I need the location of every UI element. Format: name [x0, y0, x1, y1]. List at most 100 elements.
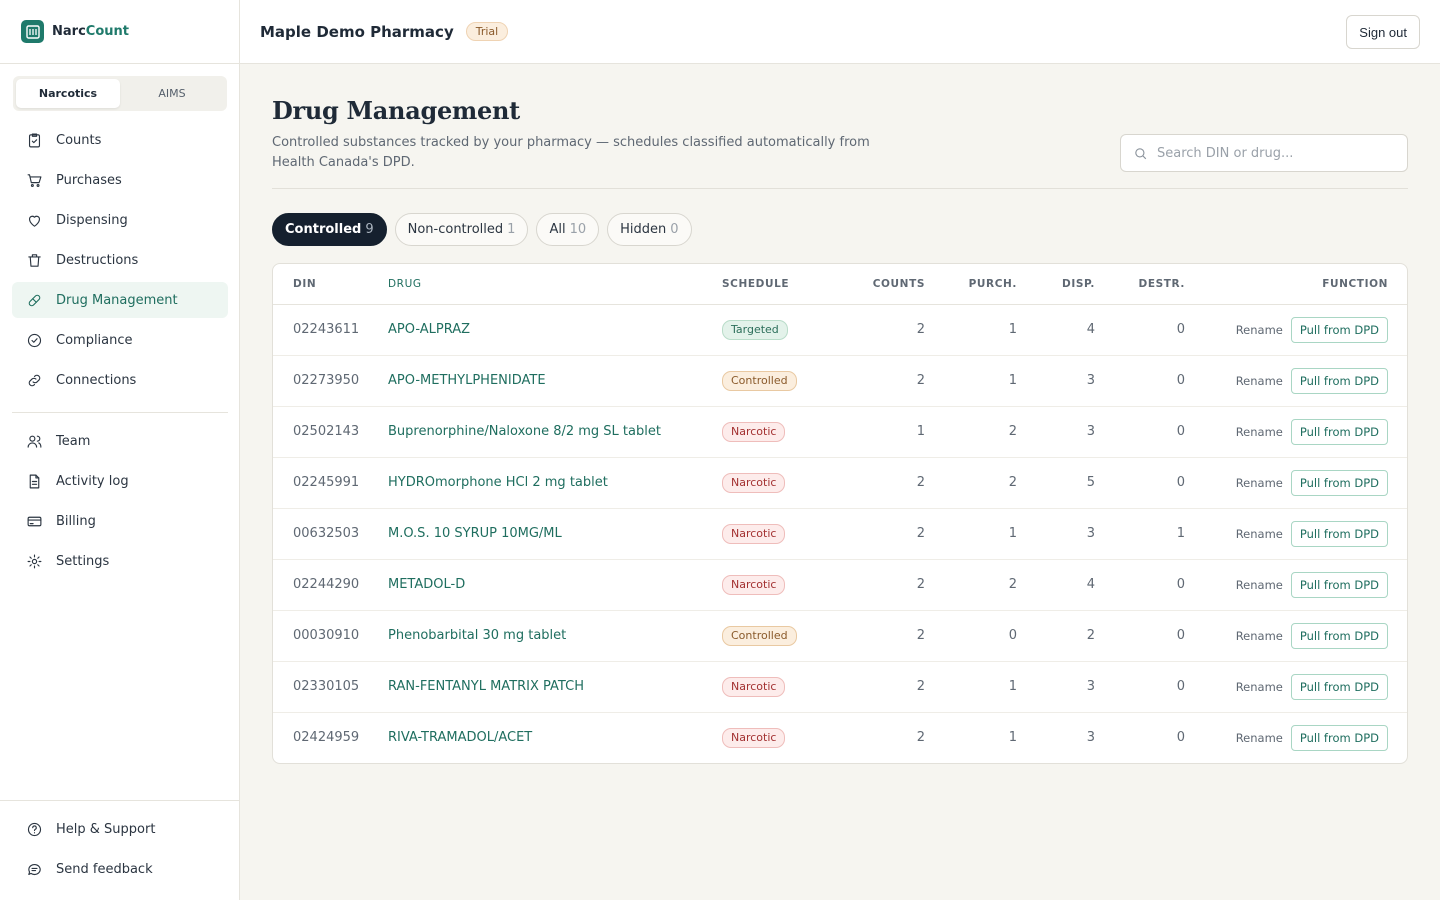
- cell-function: Rename Pull from DPD: [1185, 457, 1407, 509]
- sidebar-item-connections[interactable]: Connections: [12, 362, 228, 398]
- rename-button[interactable]: Rename: [1236, 680, 1283, 694]
- sidebar-item-purchases[interactable]: Purchases: [12, 162, 228, 198]
- page-title: Drug Management: [272, 96, 520, 125]
- filter-hidden[interactable]: Hidden 0: [607, 213, 692, 246]
- filter-label: Controlled: [285, 222, 362, 237]
- cell-purchases: 2: [925, 457, 1017, 509]
- link-icon: [24, 370, 44, 390]
- cell-dispensing: 4: [1017, 559, 1095, 611]
- sidebar-item-feedback[interactable]: Send feedback: [12, 851, 228, 887]
- sidebar-item-counts[interactable]: Counts: [12, 122, 228, 158]
- table-row: 02273950 APO-METHYLPHENIDATE Controlled 2 1 3…: [273, 355, 1407, 407]
- sidebar-item-activity-log[interactable]: Activity log: [12, 463, 228, 499]
- search-box[interactable]: [1120, 134, 1408, 172]
- pull-from-dpd-button[interactable]: Pull from DPD: [1290, 622, 1388, 649]
- sidebar-item-dispensing[interactable]: Dispensing: [12, 202, 228, 238]
- sign-out-button[interactable]: Sign out: [1346, 15, 1420, 49]
- rename-button[interactable]: Rename: [1236, 629, 1283, 643]
- sidebar-footer: Help & Support Send feedback: [0, 800, 240, 900]
- filter-controlled[interactable]: Controlled 9: [272, 213, 387, 246]
- sidebar-item-destructions[interactable]: Destructions: [12, 242, 228, 278]
- segment-narcotics[interactable]: Narcotics: [16, 79, 120, 108]
- column-header-drug[interactable]: DRUG: [388, 264, 722, 305]
- cart-icon: [24, 170, 44, 190]
- cell-drug-link[interactable]: Phenobarbital 30 mg tablet: [388, 610, 722, 662]
- segment-aims[interactable]: AIMS: [120, 79, 224, 108]
- column-header-purchases[interactable]: PURCH.: [925, 264, 1017, 305]
- rename-button[interactable]: Rename: [1236, 476, 1283, 490]
- cell-purchases: 1: [925, 355, 1017, 407]
- footer-nav: Help & Support Send feedback: [12, 811, 228, 891]
- rename-button[interactable]: Rename: [1236, 323, 1283, 337]
- cell-purchases: 2: [925, 406, 1017, 458]
- trial-badge: Trial: [465, 22, 509, 41]
- cell-drug-link[interactable]: M.O.S. 10 SYRUP 10MG/ML: [388, 508, 722, 560]
- cell-schedule: Narcotic: [722, 457, 822, 509]
- cell-counts: 2: [822, 457, 925, 509]
- cell-dispensing: 3: [1017, 406, 1095, 458]
- cell-drug-link[interactable]: APO-METHYLPHENIDATE: [388, 355, 722, 407]
- clipboard-check-icon: [24, 130, 44, 150]
- module-switcher: Narcotics AIMS: [13, 76, 227, 111]
- pull-from-dpd-button[interactable]: Pull from DPD: [1290, 571, 1388, 598]
- cell-dispensing: 4: [1017, 304, 1095, 356]
- search-input[interactable]: [1157, 145, 1397, 161]
- cell-function: Rename Pull from DPD: [1185, 304, 1407, 356]
- sidebar-item-compliance[interactable]: Compliance: [12, 322, 228, 358]
- cell-function: Rename Pull from DPD: [1185, 661, 1407, 713]
- column-header-counts[interactable]: COUNTS: [822, 264, 925, 305]
- filter-non-controlled[interactable]: Non-controlled 1: [394, 213, 529, 246]
- users-icon: [24, 431, 44, 451]
- sidebar-item-billing[interactable]: Billing: [12, 503, 228, 539]
- table-row: 02244290 METADOL-D Narcotic 2 2 4 0 Rename Pull …: [273, 559, 1407, 611]
- pull-from-dpd-button[interactable]: Pull from DPD: [1290, 469, 1388, 496]
- sidebar-item-settings[interactable]: Settings: [12, 543, 228, 579]
- pull-from-dpd-button[interactable]: Pull from DPD: [1290, 367, 1388, 394]
- cell-drug-link[interactable]: HYDROmorphone HCl 2 mg tablet: [388, 457, 722, 509]
- search-icon: [1135, 147, 1147, 159]
- schedule-badge: Controlled: [722, 625, 797, 646]
- drug-table-card: DIN DRUG SCHEDULE COUNTS PURCH. DISP. DE…: [272, 263, 1408, 764]
- rename-button[interactable]: Rename: [1236, 527, 1283, 541]
- header-divider: [272, 188, 1408, 189]
- rename-button[interactable]: Rename: [1236, 425, 1283, 439]
- column-header-destructions[interactable]: DESTR.: [1095, 264, 1185, 305]
- brand[interactable]: NarcCount: [0, 0, 239, 64]
- pull-from-dpd-button[interactable]: Pull from DPD: [1290, 673, 1388, 700]
- cell-function: Rename Pull from DPD: [1185, 610, 1407, 662]
- pull-from-dpd-button[interactable]: Pull from DPD: [1290, 418, 1388, 445]
- sidebar-item-team[interactable]: Team: [12, 423, 228, 459]
- cell-drug-link[interactable]: APO-ALPRAZ: [388, 304, 722, 356]
- rename-button[interactable]: Rename: [1236, 578, 1283, 592]
- sidebar: NarcCount Narcotics AIMS Counts Purchase…: [0, 0, 240, 900]
- cell-drug-link[interactable]: Buprenorphine/Naloxone 8/2 mg SL tablet: [388, 406, 722, 458]
- sidebar-item-help[interactable]: Help & Support: [12, 811, 228, 847]
- cell-drug-link[interactable]: RAN-FENTANYL MATRIX PATCH: [388, 661, 722, 713]
- schedule-badge: Narcotic: [722, 523, 786, 544]
- cell-function: Rename Pull from DPD: [1185, 406, 1407, 458]
- cell-din: 02424959: [293, 730, 360, 746]
- pull-from-dpd-button[interactable]: Pull from DPD: [1290, 316, 1388, 343]
- column-header-schedule[interactable]: SCHEDULE: [722, 264, 822, 305]
- filter-label: All: [549, 222, 566, 237]
- filter-all[interactable]: All 10: [536, 213, 600, 246]
- cell-schedule: Narcotic: [722, 712, 822, 763]
- sidebar-item-drug-management[interactable]: Drug Management: [12, 282, 228, 318]
- table-header-row: DIN DRUG SCHEDULE COUNTS PURCH. DISP. DE…: [273, 264, 1407, 305]
- cell-drug-link[interactable]: RIVA-TRAMADOL/ACET: [388, 712, 722, 763]
- column-header-dispensing[interactable]: DISP.: [1017, 264, 1095, 305]
- rename-button[interactable]: Rename: [1236, 374, 1283, 388]
- pull-from-dpd-button[interactable]: Pull from DPD: [1290, 724, 1388, 751]
- cell-purchases: 1: [925, 304, 1017, 356]
- cell-dispensing: 5: [1017, 457, 1095, 509]
- cell-drug-link[interactable]: METADOL-D: [388, 559, 722, 611]
- column-header-din[interactable]: DIN: [273, 264, 388, 305]
- pull-from-dpd-button[interactable]: Pull from DPD: [1290, 520, 1388, 547]
- cell-dispensing: 3: [1017, 661, 1095, 713]
- table-body: 02243611 APO-ALPRAZ Targeted 2 1 4 0 Rename Pull…: [273, 304, 1407, 763]
- cell-schedule: Narcotic: [722, 661, 822, 713]
- cell-dispensing: 3: [1086, 730, 1095, 746]
- rename-button[interactable]: Rename: [1236, 731, 1283, 745]
- cell-schedule: Controlled: [722, 610, 822, 662]
- cell-destructions: 1: [1095, 508, 1185, 560]
